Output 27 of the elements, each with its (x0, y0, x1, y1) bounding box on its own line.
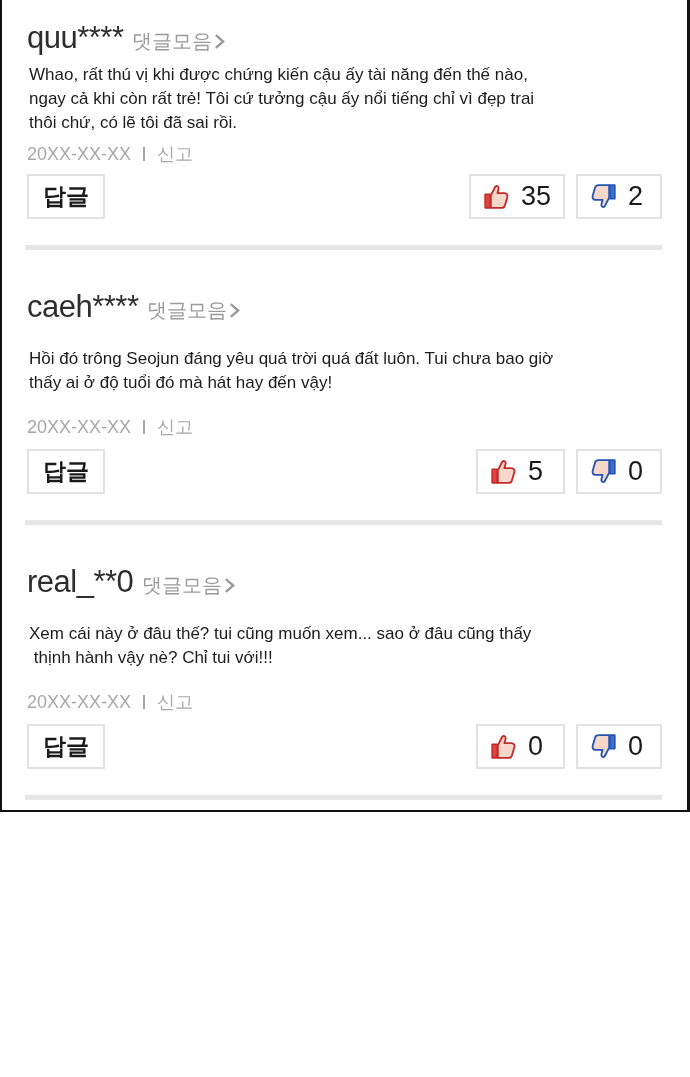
username: real_**0 (27, 564, 134, 600)
username: caeh**** (27, 289, 139, 325)
thumbs-down-icon (591, 184, 616, 209)
username: quu**** (27, 20, 124, 56)
reply-button[interactable]: 답글 (27, 449, 105, 494)
comment-date: 20XX-XX-XX (27, 143, 132, 165)
dislike-button[interactable]: 0 (576, 449, 662, 494)
thumbs-up-icon (491, 459, 516, 484)
comment-text: Xem cái này ở đâu thế? tui cũng muốn xem... sao ở đâu cũng thấy thịnh hành vậy nè? Chỉ tui với!!! (28, 623, 533, 669)
comment-date: 20XX-XX-XX (27, 416, 132, 438)
comment-text: Hồi đó trông Seojun đáng yêu quá trời quá đất luôn. Tui chưa bao giờ thấy ai ở độ tuổi đó mà hát hay đến vậy! (28, 348, 555, 394)
thumbs-up-icon (483, 184, 509, 209)
dislike-button[interactable]: 0 (576, 724, 662, 769)
chevron-right-icon (229, 301, 241, 319)
chevron-right-icon (224, 576, 236, 594)
thumbs-down-icon (591, 459, 616, 484)
like-button[interactable]: 0 (476, 724, 565, 769)
thumbs-down-icon (591, 734, 616, 759)
like-button[interactable]: 35 (468, 174, 565, 219)
like-button[interactable]: 5 (476, 449, 565, 494)
comment-text: Whao, rất thú vị khi được chứng kiến cậu ấy tài năng đến thế nào, ngay cả khi còn rất trẻ! Tôi cứ tưởng cậu ấy nổi tiếng chỉ vì đẹp trai thôi chứ, có lẽ tôi đã sai rồi. (28, 64, 536, 134)
thumbs-up-icon (491, 734, 516, 759)
reply-button[interactable]: 답글 (27, 724, 105, 769)
reply-button[interactable]: 답글 (27, 174, 105, 219)
dislike-button[interactable]: 2 (576, 174, 662, 219)
comment-date: 20XX-XX-XX (27, 691, 132, 713)
chevron-right-icon (214, 32, 226, 50)
